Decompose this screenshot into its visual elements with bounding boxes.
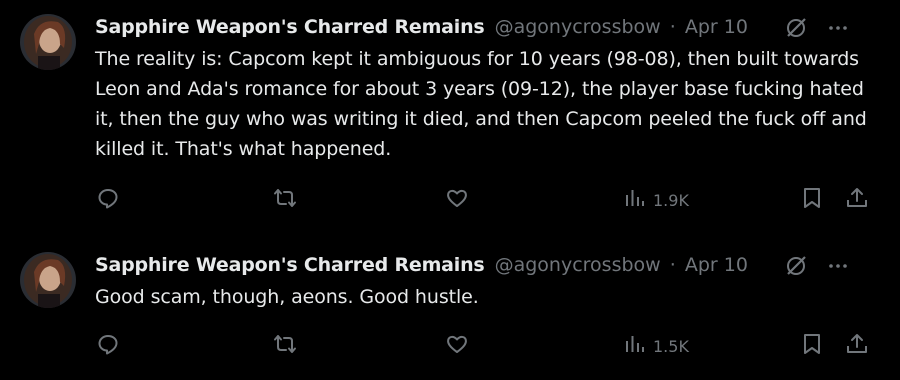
views-count: 1.5K — [653, 336, 689, 356]
like-button[interactable] — [445, 332, 469, 360]
separator: · — [669, 254, 676, 276]
author-handle[interactable]: @agonycrossbow — [495, 16, 661, 38]
retweet-icon — [273, 332, 297, 360]
grok-icon[interactable] — [784, 16, 808, 47]
tweet-date[interactable]: Apr 10 — [685, 16, 748, 38]
retweet-button[interactable] — [273, 332, 297, 360]
author-name[interactable]: Sapphire Weapon's Charred Remains — [95, 16, 485, 38]
retweet-button[interactable] — [273, 186, 297, 214]
tweet-header: Sapphire Weapon's Charred Remains @agony… — [95, 252, 880, 278]
views-icon — [623, 186, 647, 214]
author-name[interactable]: Sapphire Weapon's Charred Remains — [95, 254, 485, 276]
share-icon — [845, 332, 869, 360]
views-button[interactable]: 1.9K — [623, 186, 689, 214]
share-button[interactable] — [845, 186, 869, 214]
tweet-text: The reality is: Capcom kept it ambiguous… — [95, 48, 867, 160]
bookmark-button[interactable] — [800, 186, 824, 214]
avatar[interactable] — [20, 252, 76, 308]
views-count: 1.9K — [653, 190, 689, 210]
grok-icon[interactable] — [784, 254, 808, 285]
reply-icon — [96, 332, 120, 360]
more-icon[interactable] — [826, 254, 850, 285]
tweet[interactable]: Sapphire Weapon's Charred Remains @agony… — [0, 238, 900, 380]
retweet-icon — [273, 186, 297, 214]
bookmark-icon — [800, 186, 824, 214]
tweet-date[interactable]: Apr 10 — [685, 254, 748, 276]
share-icon — [845, 186, 869, 214]
avatar[interactable] — [20, 14, 76, 70]
reply-button[interactable] — [96, 186, 120, 214]
tweet-actions: 1.9K — [0, 186, 900, 216]
tweet-header: Sapphire Weapon's Charred Remains @agony… — [95, 14, 880, 40]
author-handle[interactable]: @agonycrossbow — [495, 254, 661, 276]
tweet-text: Good scam, though, aeons. Good hustle. — [95, 286, 479, 308]
heart-icon — [445, 332, 469, 360]
bookmark-icon — [800, 332, 824, 360]
like-button[interactable] — [445, 186, 469, 214]
share-button[interactable] — [845, 332, 869, 360]
reply-button[interactable] — [96, 332, 120, 360]
views-button[interactable]: 1.5K — [623, 332, 689, 360]
views-icon — [623, 332, 647, 360]
heart-icon — [445, 186, 469, 214]
tweet-actions: 1.5K — [0, 332, 900, 362]
tweet[interactable]: Sapphire Weapon's Charred Remains @agony… — [0, 0, 900, 225]
separator: · — [669, 16, 676, 38]
reply-icon — [96, 186, 120, 214]
bookmark-button[interactable] — [800, 332, 824, 360]
more-icon[interactable] — [826, 16, 850, 47]
